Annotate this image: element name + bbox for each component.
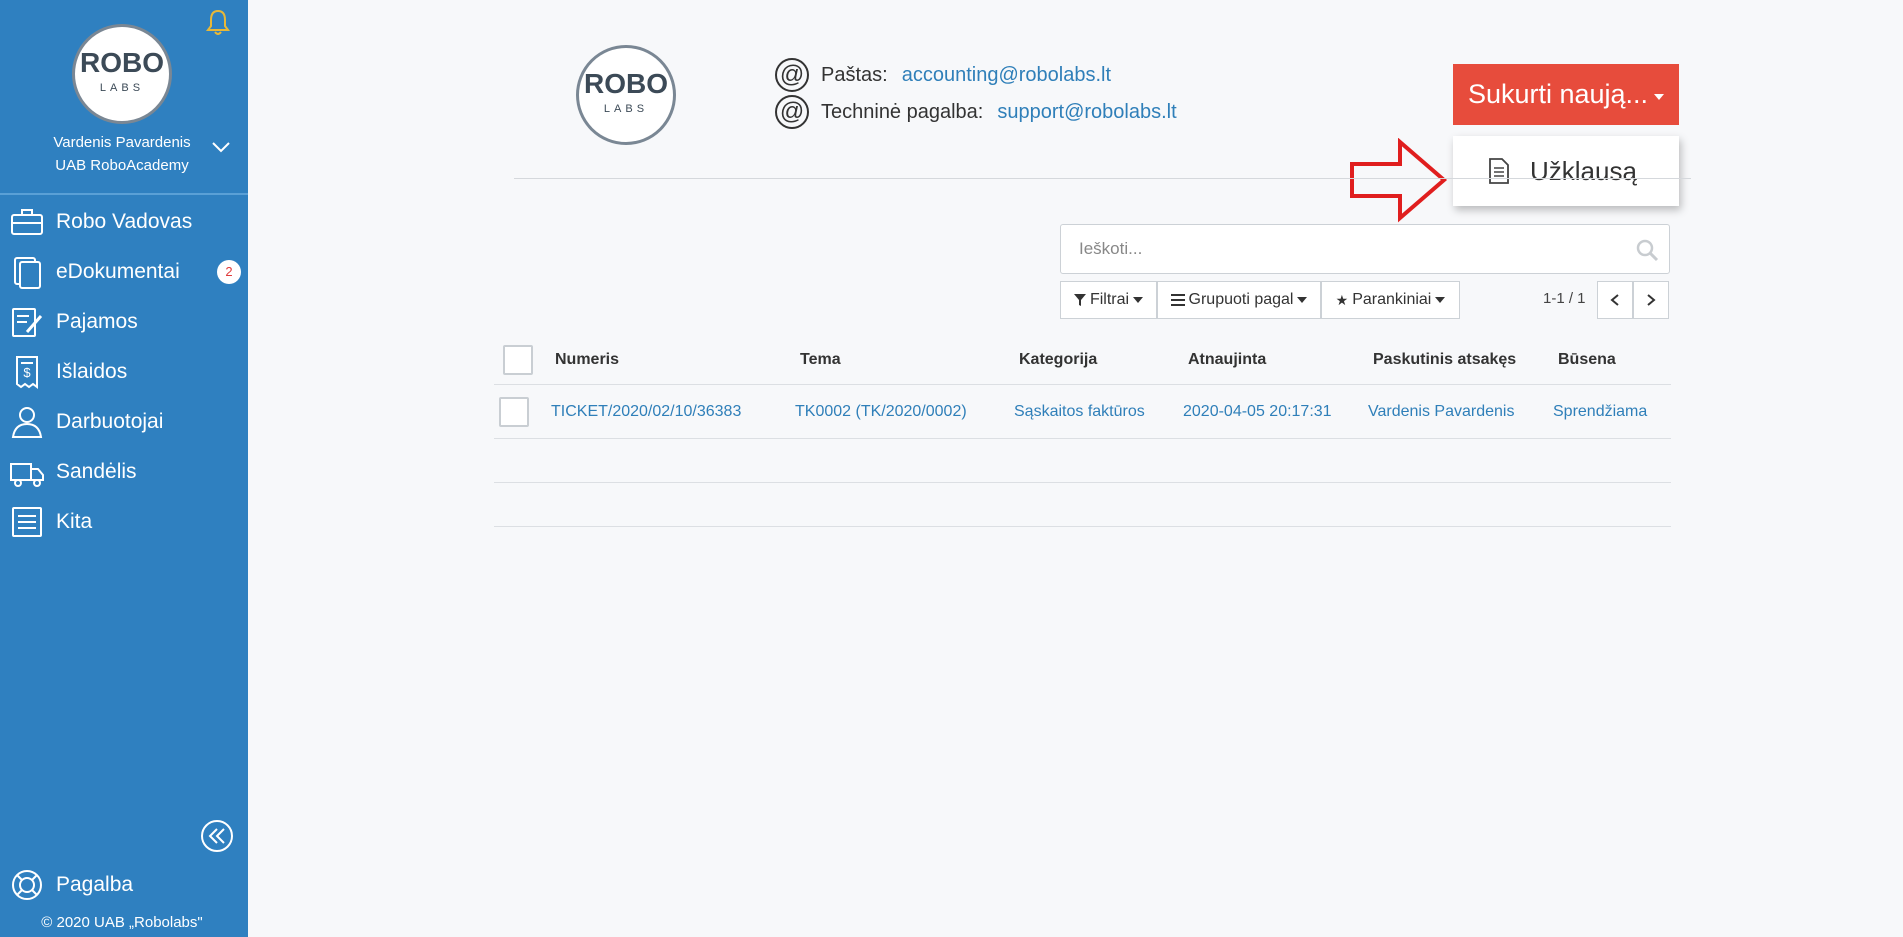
empty-row — [494, 439, 1671, 483]
favorites-label: Parankiniai — [1352, 291, 1432, 308]
next-page-button[interactable] — [1633, 281, 1669, 319]
chevron-right-icon — [1647, 294, 1656, 306]
sidebar-item-sandelis[interactable]: Sandėlis — [0, 449, 248, 495]
company-logo: ROBO LABS — [576, 45, 676, 145]
receipt-icon: $ — [16, 356, 38, 389]
cell-kategorija[interactable]: Sąskaitos faktūros — [1014, 385, 1145, 438]
pager-value[interactable]: 1-1 / 1 — [1543, 290, 1586, 307]
email-contact: @ Paštas: accounting@robolabs.lt — [775, 58, 1111, 92]
sidebar-item-pajamos[interactable]: Pajamos — [0, 299, 248, 345]
document-icon — [1489, 158, 1509, 184]
collapse-sidebar-icon[interactable] — [200, 819, 234, 853]
help-label: Pagalba — [56, 873, 134, 896]
sidebar-item-label: Kita — [56, 510, 93, 533]
column-header-busena[interactable]: Būsena — [1558, 336, 1616, 384]
column-header-tema[interactable]: Tema — [800, 336, 841, 384]
header-divider — [514, 178, 1691, 179]
caret-down-icon — [1654, 93, 1665, 100]
search-icon[interactable] — [1635, 238, 1659, 262]
sidebar-item-islaidos[interactable]: $ Išlaidos — [0, 349, 248, 395]
dropdown-item-label: Užklausą — [1530, 155, 1637, 186]
documents-icon — [14, 257, 41, 289]
copyright-text: © 2020 UAB „Robolabs" — [41, 914, 203, 931]
filters-label: Filtrai — [1089, 291, 1130, 308]
truck-icon — [10, 463, 44, 487]
person-icon — [11, 407, 43, 438]
search-input[interactable] — [1061, 225, 1621, 273]
sidebar-item-pagalba[interactable]: Pagalba — [0, 862, 248, 908]
row-checkbox[interactable] — [499, 396, 529, 427]
sidebar-logo: ROBO LABS — [72, 24, 172, 124]
lifebuoy-icon — [12, 870, 42, 900]
tickets-table: Numeris Tema Kategorija Atnaujinta Pasku… — [494, 336, 1671, 527]
sidebar-item-label: Sandėlis — [56, 460, 137, 483]
cell-busena[interactable]: Sprendžiama — [1553, 385, 1647, 438]
notification-badge: 2 — [217, 260, 241, 284]
svg-text:$: $ — [23, 365, 31, 380]
list-icon — [12, 507, 42, 537]
sidebar-item-label: eDokumentai — [56, 260, 180, 283]
table-header: Numeris Tema Kategorija Atnaujinta Pasku… — [494, 336, 1671, 385]
bars-icon — [1170, 294, 1185, 306]
dropdown-item-uzklausa[interactable]: Užklausą — [1453, 136, 1679, 206]
sidebar: ROBO LABS Vardenis Pavardenis UAB RoboAc… — [0, 0, 248, 937]
column-header-atnaujinta[interactable]: Atnaujinta — [1188, 336, 1266, 384]
at-icon: @ — [775, 58, 809, 92]
email-label: Paštas: — [821, 63, 888, 86]
chevron-down-icon[interactable] — [210, 140, 232, 154]
create-new-label: Sukurti naują... — [1467, 79, 1649, 109]
logo-subtext: LABS — [603, 103, 649, 115]
search-box — [1060, 224, 1670, 274]
filter-icon — [1073, 294, 1086, 306]
bell-icon[interactable] — [205, 8, 231, 36]
cell-paskutinis-atsakes[interactable]: Vardenis Pavardenis — [1368, 385, 1514, 438]
company-name[interactable]: UAB RoboAcademy — [0, 154, 244, 177]
email-link[interactable]: accounting@robolabs.lt — [902, 64, 1111, 87]
caret-down-icon — [1435, 297, 1446, 303]
pointer-arrow-icon — [1350, 138, 1448, 223]
select-all-cell — [503, 336, 533, 384]
edit-document-icon — [12, 308, 43, 337]
briefcase-icon — [11, 209, 43, 235]
sidebar-item-edokumentai[interactable]: eDokumentai 2 — [0, 249, 248, 295]
sidebar-item-label: Pajamos — [56, 310, 138, 333]
select-all-checkbox[interactable] — [503, 345, 533, 375]
sidebar-item-label: Darbuotojai — [56, 410, 164, 433]
logo-text: ROBO — [80, 47, 164, 78]
empty-row — [494, 483, 1671, 527]
caret-down-icon — [1297, 297, 1308, 303]
at-icon: @ — [775, 95, 809, 129]
row-select-cell — [499, 385, 529, 438]
sidebar-item-robo-vadovas[interactable]: Robo Vadovas — [0, 199, 248, 245]
support-contact: @ Techninė pagalba: support@robolabs.lt — [775, 95, 1177, 129]
create-new-button[interactable]: Sukurti naują... — [1453, 64, 1679, 125]
logo-text: ROBO — [584, 68, 668, 99]
sidebar-divider — [0, 193, 248, 195]
sidebar-item-kita[interactable]: Kita — [0, 499, 248, 545]
filters-button[interactable]: Filtrai — [1060, 281, 1157, 319]
column-header-numeris[interactable]: Numeris — [555, 336, 619, 384]
table-row[interactable]: TICKET/2020/02/10/36383 TK0002 (TK/2020/… — [494, 385, 1671, 439]
star-icon: ★ — [1335, 291, 1349, 308]
support-label: Techninė pagalba: — [821, 100, 984, 123]
sidebar-item-darbuotojai[interactable]: Darbuotojai — [0, 399, 248, 445]
previous-page-button[interactable] — [1597, 281, 1633, 319]
chevron-left-icon — [1610, 294, 1619, 306]
cell-atnaujinta[interactable]: 2020-04-05 20:17:31 — [1183, 385, 1332, 438]
logo-subtext: LABS — [99, 82, 145, 94]
group-by-label: Grupuoti pagal — [1188, 291, 1294, 308]
cell-numeris[interactable]: TICKET/2020/02/10/36383 — [551, 385, 741, 438]
sidebar-item-label: Išlaidos — [56, 360, 128, 383]
group-by-button[interactable]: Grupuoti pagal — [1157, 281, 1321, 319]
sidebar-item-label: Robo Vadovas — [56, 210, 193, 233]
caret-down-icon — [1133, 297, 1144, 303]
column-header-kategorija[interactable]: Kategorija — [1019, 336, 1097, 384]
favorites-button[interactable]: ★ Parankiniai — [1321, 281, 1460, 319]
cell-tema[interactable]: TK0002 (TK/2020/0002) — [795, 385, 967, 438]
user-name[interactable]: Vardenis Pavardenis — [0, 131, 244, 154]
column-header-paskutinis-atsakes[interactable]: Paskutinis atsakęs — [1373, 336, 1516, 384]
support-link[interactable]: support@robolabs.lt — [997, 101, 1176, 124]
